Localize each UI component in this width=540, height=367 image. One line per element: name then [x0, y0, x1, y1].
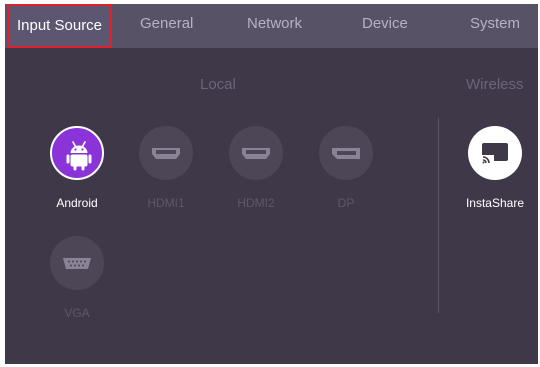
source-instashare-label: InstaShare: [465, 196, 525, 210]
android-icon: [66, 141, 92, 171]
source-vga-label: VGA: [64, 306, 90, 320]
tab-device[interactable]: Device: [362, 4, 408, 48]
tab-network[interactable]: Network: [247, 4, 302, 48]
source-dp-circle: [319, 126, 373, 180]
source-hdmi1[interactable]: HDMI1: [126, 126, 206, 210]
tab-bar: Input Source General Network Device Syst…: [5, 4, 538, 48]
cast-icon: [482, 143, 508, 164]
source-android[interactable]: Android: [37, 126, 117, 210]
source-instashare[interactable]: InstaShare: [455, 126, 535, 210]
source-instashare-circle: [468, 126, 522, 180]
tab-system[interactable]: System: [470, 4, 520, 48]
source-android-label: Android: [56, 196, 98, 210]
tab-general[interactable]: General: [140, 4, 193, 48]
source-hdmi1-label: HDMI1: [147, 196, 185, 210]
source-hdmi2-label: HDMI2: [237, 196, 275, 210]
source-dp[interactable]: DP: [306, 126, 386, 210]
hdmi-icon: [152, 148, 180, 159]
section-label-local: Local: [200, 76, 236, 93]
source-hdmi2[interactable]: HDMI2: [216, 126, 296, 210]
source-vga[interactable]: VGA: [37, 236, 117, 320]
source-hdmi2-circle: [229, 126, 283, 180]
vga-icon: [63, 258, 91, 269]
source-android-circle: [50, 126, 104, 180]
source-vga-circle: [50, 236, 104, 290]
input-source-screen: Input Source General Network Device Syst…: [5, 4, 538, 364]
displayport-icon: [332, 148, 360, 159]
tab-input-source[interactable]: Input Source: [7, 4, 112, 48]
section-divider: [438, 118, 439, 313]
source-hdmi1-circle: [139, 126, 193, 180]
section-label-wireless: Wireless: [466, 76, 524, 93]
hdmi-icon: [242, 148, 270, 159]
source-dp-label: DP: [337, 196, 355, 210]
